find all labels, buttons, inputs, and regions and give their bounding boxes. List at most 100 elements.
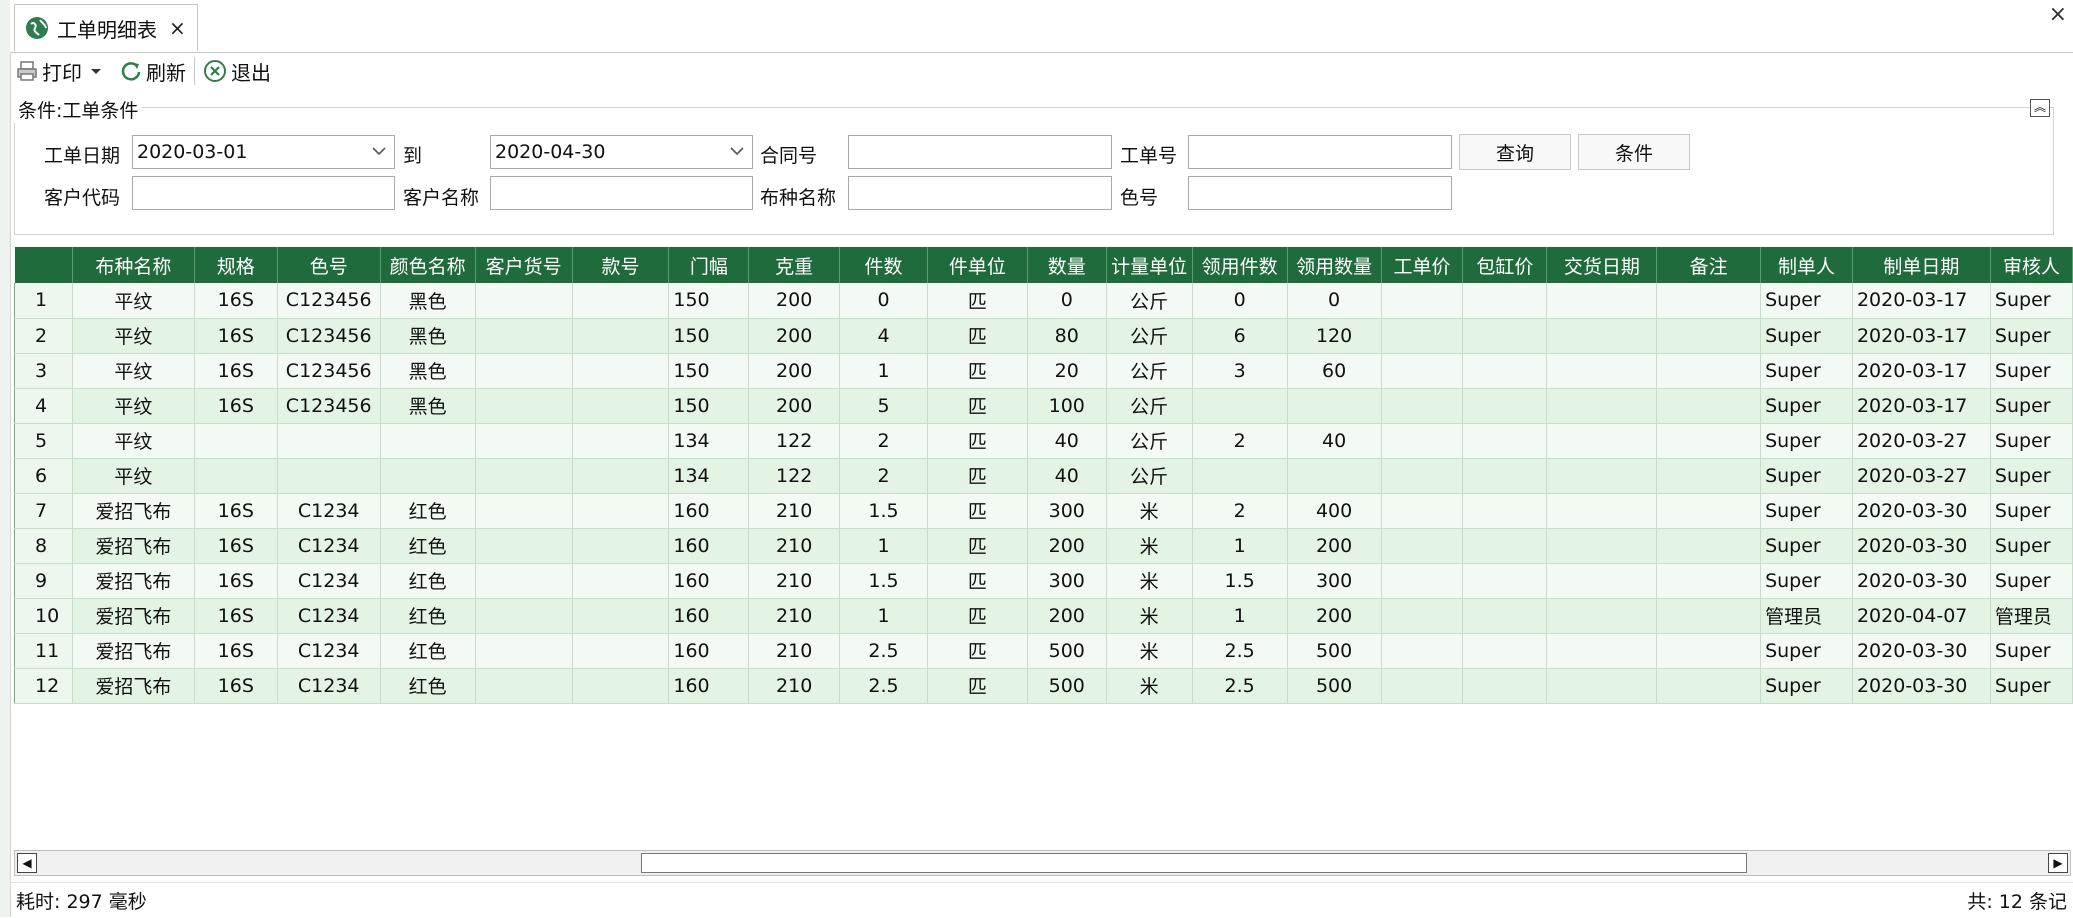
table-cell[interactable] xyxy=(572,318,670,354)
table-cell[interactable] xyxy=(1546,528,1658,564)
table-cell[interactable]: 200 xyxy=(1027,598,1107,634)
tab-work-order-detail[interactable]: 工单明细表 × xyxy=(14,4,198,51)
table-cell[interactable] xyxy=(1381,388,1464,424)
color-no-input[interactable] xyxy=(1188,176,1452,210)
column-header[interactable]: 备注 xyxy=(1656,247,1762,283)
table-cell[interactable]: 134 xyxy=(668,458,750,494)
chevron-down-icon[interactable] xyxy=(370,142,388,160)
table-cell[interactable]: 16S xyxy=(194,353,278,389)
horizontal-scrollbar[interactable]: ◀ ▶ xyxy=(14,850,2071,876)
table-cell[interactable]: 200 xyxy=(748,388,841,424)
table-cell[interactable]: 122 xyxy=(748,423,841,459)
table-cell[interactable]: 2020-03-17 xyxy=(1852,283,1991,319)
row-number[interactable]: 10 xyxy=(14,598,73,634)
table-row[interactable]: 3 平纹 16S C123456 黑色 150 200 1 匹 20 公斤 3 60 Super 2020-… xyxy=(14,353,2073,389)
table-cell[interactable]: 红色 xyxy=(380,528,476,564)
column-header[interactable]: 克重 xyxy=(748,247,841,283)
table-cell[interactable] xyxy=(475,283,573,319)
table-cell[interactable] xyxy=(1381,668,1464,704)
table-cell[interactable]: 0 xyxy=(1027,283,1107,319)
table-cell[interactable] xyxy=(572,633,670,669)
table-cell[interactable]: C1234 xyxy=(277,528,381,564)
table-cell[interactable] xyxy=(194,458,278,494)
table-cell[interactable]: 150 xyxy=(668,353,750,389)
table-cell[interactable]: C1234 xyxy=(277,633,381,669)
table-cell[interactable] xyxy=(1656,318,1762,354)
table-cell[interactable]: C123456 xyxy=(277,388,381,424)
table-cell[interactable]: 2020-03-30 xyxy=(1852,493,1991,529)
table-cell[interactable] xyxy=(572,353,670,389)
table-cell[interactable]: 2 xyxy=(839,423,928,459)
row-number[interactable]: 1 xyxy=(14,283,73,319)
table-cell[interactable]: 2020-03-27 xyxy=(1852,458,1991,494)
column-header[interactable]: 件数 xyxy=(839,247,928,283)
table-row[interactable]: 5 平纹 134 122 2 匹 40 公斤 2 40 Super 2020-03-27 Super xyxy=(14,423,2073,459)
table-cell[interactable]: 150 xyxy=(668,318,750,354)
table-cell[interactable]: Super xyxy=(1990,423,2073,459)
print-button[interactable]: 打印 xyxy=(10,54,114,88)
table-cell[interactable]: 210 xyxy=(748,668,841,704)
table-cell[interactable]: 平纹 xyxy=(72,458,195,494)
table-cell[interactable] xyxy=(572,423,670,459)
table-cell[interactable] xyxy=(1656,598,1762,634)
contract-input[interactable] xyxy=(848,135,1112,169)
table-cell[interactable] xyxy=(1546,458,1658,494)
table-cell[interactable] xyxy=(1656,423,1762,459)
query-button[interactable]: 查询 xyxy=(1459,134,1571,170)
table-cell[interactable]: 平纹 xyxy=(72,318,195,354)
table-cell[interactable]: 16S xyxy=(194,668,278,704)
table-cell[interactable]: 100 xyxy=(1027,388,1107,424)
table-cell[interactable]: Super xyxy=(1990,528,2073,564)
table-cell[interactable]: Super xyxy=(1760,493,1853,529)
table-cell[interactable]: 160 xyxy=(668,668,750,704)
column-header[interactable]: 客户货号 xyxy=(475,247,573,283)
table-cell[interactable] xyxy=(1462,563,1548,599)
table-cell[interactable]: C123456 xyxy=(277,318,381,354)
row-number[interactable]: 6 xyxy=(14,458,73,494)
table-cell[interactable]: 3 xyxy=(1192,353,1288,389)
column-header[interactable]: 布种名称 xyxy=(72,247,195,283)
table-cell[interactable]: 500 xyxy=(1027,633,1107,669)
scrollbar-thumb[interactable] xyxy=(641,853,1747,873)
table-cell[interactable]: 匹 xyxy=(927,458,1028,494)
table-cell[interactable]: 210 xyxy=(748,598,841,634)
table-cell[interactable]: 米 xyxy=(1106,633,1193,669)
table-cell[interactable]: 16S xyxy=(194,283,278,319)
table-cell[interactable]: Super xyxy=(1760,563,1853,599)
table-cell[interactable]: 300 xyxy=(1027,493,1107,529)
table-row[interactable]: 9 爱招飞布 16S C1234 红色 160 210 1.5 匹 300 米 1.5 300 Super… xyxy=(14,563,2073,599)
table-cell[interactable] xyxy=(1287,388,1382,424)
table-cell[interactable] xyxy=(475,353,573,389)
table-cell[interactable] xyxy=(1656,353,1762,389)
chevron-down-icon[interactable] xyxy=(728,142,746,160)
table-cell[interactable] xyxy=(572,493,670,529)
column-header[interactable]: 款号 xyxy=(572,247,670,283)
table-cell[interactable]: 红色 xyxy=(380,598,476,634)
table-cell[interactable]: 2 xyxy=(839,458,928,494)
table-cell[interactable]: 200 xyxy=(748,318,841,354)
scroll-left-icon[interactable]: ◀ xyxy=(17,853,37,873)
column-header[interactable]: 件单位 xyxy=(927,247,1028,283)
table-cell[interactable]: 0 xyxy=(1192,283,1288,319)
table-cell[interactable]: Super xyxy=(1760,423,1853,459)
table-cell[interactable]: 爱招飞布 xyxy=(72,598,195,634)
table-cell[interactable]: 200 xyxy=(748,283,841,319)
table-cell[interactable]: 2020-03-30 xyxy=(1852,563,1991,599)
table-cell[interactable]: 122 xyxy=(748,458,841,494)
fabric-input[interactable] xyxy=(848,176,1112,210)
table-cell[interactable]: Super xyxy=(1760,388,1853,424)
table-cell[interactable]: 爱招飞布 xyxy=(72,633,195,669)
table-cell[interactable]: 2.5 xyxy=(839,668,928,704)
table-cell[interactable]: Super xyxy=(1990,668,2073,704)
table-cell[interactable]: 匹 xyxy=(927,423,1028,459)
table-cell[interactable] xyxy=(1462,633,1548,669)
table-cell[interactable]: Super xyxy=(1990,388,2073,424)
table-cell[interactable] xyxy=(1546,283,1658,319)
table-cell[interactable]: 平纹 xyxy=(72,388,195,424)
table-cell[interactable] xyxy=(1462,598,1548,634)
table-cell[interactable] xyxy=(277,423,381,459)
table-cell[interactable]: 1 xyxy=(839,528,928,564)
table-cell[interactable] xyxy=(475,598,573,634)
table-cell[interactable] xyxy=(1656,388,1762,424)
table-cell[interactable] xyxy=(1381,563,1464,599)
